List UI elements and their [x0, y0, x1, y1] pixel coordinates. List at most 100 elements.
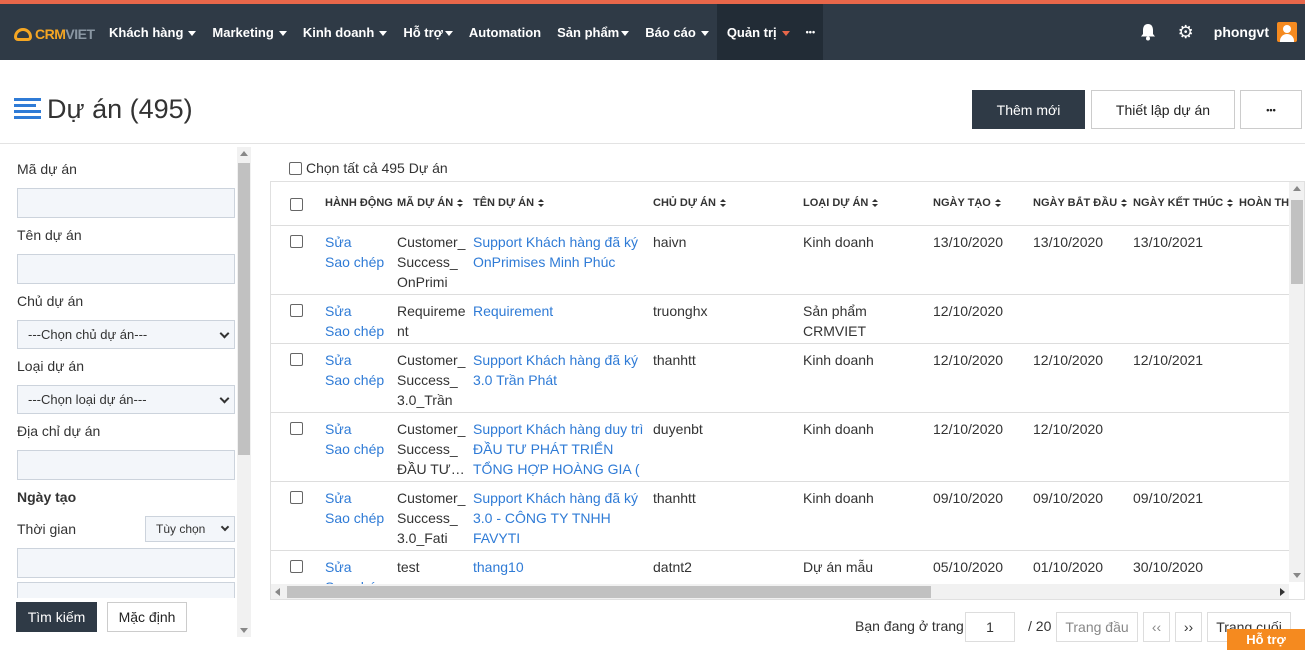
project-code-cell: test: [397, 559, 420, 575]
edit-link[interactable]: Sửa: [325, 557, 384, 577]
project-name-link[interactable]: Requirement: [473, 301, 645, 321]
project-code-cell: Customer_Success_3.0_Trần_…: [397, 352, 466, 408]
row-checkbox[interactable]: [290, 560, 303, 573]
page-number-input[interactable]: 1: [965, 612, 1015, 642]
column-header-name[interactable]: TÊN DỰ ÁN: [473, 197, 545, 209]
sidebar-scrollbar[interactable]: [237, 147, 251, 637]
nav-item-marketing[interactable]: Marketing: [204, 4, 294, 60]
edit-link[interactable]: Sửa: [325, 419, 384, 439]
bell-icon[interactable]: [1140, 23, 1156, 41]
app-logo[interactable]: CRMVIET: [14, 26, 95, 42]
table-horizontal-scrollbar[interactable]: [271, 584, 1289, 599]
table-header: HÀNH ĐỘNG MÃ DỰ ÁN TÊN DỰ ÁN CHỦ DỰ ÁN L…: [271, 182, 1304, 226]
table-row: SửaSao chép test thang10 datnt2 Dự án mẫ…: [271, 551, 1289, 584]
sidebar-scroll-thumb[interactable]: [238, 163, 250, 455]
project-owner-cell: duyenbt: [653, 421, 703, 437]
table-horizontal-thumb[interactable]: [287, 586, 931, 598]
project-address-input[interactable]: [17, 450, 235, 480]
table-row: SửaSao chép Customer_Success_3.0_Trần_… …: [271, 344, 1289, 413]
copy-link[interactable]: Sao chép: [325, 508, 384, 528]
row-checkbox[interactable]: [290, 491, 303, 504]
reset-default-button[interactable]: Mặc định: [107, 602, 187, 632]
project-name-link[interactable]: Support Khách hàng đã ký OnPrimises Minh…: [473, 232, 645, 272]
row-checkbox[interactable]: [290, 422, 303, 435]
table-vertical-scrollbar[interactable]: [1289, 182, 1304, 582]
select-all[interactable]: Chọn tất cả 495 Dự án: [289, 160, 448, 176]
date-from-input[interactable]: [17, 548, 235, 578]
row-checkbox[interactable]: [290, 304, 303, 317]
nav-item-ho-tro[interactable]: Hỗ trợ: [395, 4, 461, 60]
time-range-select[interactable]: Tùy chọn: [145, 516, 235, 542]
add-new-button[interactable]: Thêm mới: [972, 90, 1085, 129]
first-page-button[interactable]: Trang đầu: [1056, 612, 1138, 642]
nav-more-button[interactable]: •••: [799, 4, 824, 60]
scroll-left-icon[interactable]: [275, 588, 280, 596]
gear-icon[interactable]: ⚙: [1178, 23, 1194, 41]
scroll-down-icon[interactable]: [1293, 573, 1301, 578]
scroll-up-icon[interactable]: [1293, 186, 1301, 191]
table-vertical-thumb[interactable]: [1291, 200, 1303, 284]
project-code-cell: Requirement: [397, 303, 466, 339]
nav-item-quan-tri[interactable]: Quản trị: [716, 4, 800, 60]
copy-link[interactable]: Sao chép: [325, 577, 384, 584]
edit-link[interactable]: Sửa: [325, 488, 384, 508]
project-type-select[interactable]: ---Chọn loại dự án---: [17, 385, 235, 414]
project-settings-button[interactable]: Thiết lập dự án: [1091, 90, 1235, 129]
nav-item-bao-cao[interactable]: Báo cáo: [637, 4, 717, 60]
chevron-down-icon: [219, 393, 230, 404]
copy-link[interactable]: Sao chép: [325, 439, 384, 459]
project-name-link[interactable]: Support Khách hàng duy trì ĐẦU TƯ PHÁT T…: [473, 419, 647, 479]
select-all-checkbox[interactable]: [289, 161, 302, 175]
search-button[interactable]: Tìm kiếm: [16, 602, 97, 632]
table-row: Sửa Sao chép Requirement Requirement truo…: [271, 295, 1289, 344]
row-checkbox[interactable]: [290, 353, 303, 366]
help-button[interactable]: Hỗ trợ: [1227, 629, 1305, 650]
row-checkbox[interactable]: [290, 235, 303, 248]
edit-link[interactable]: Sửa: [325, 301, 384, 321]
scroll-right-icon[interactable]: [1280, 588, 1285, 596]
nav-item-khach-hang[interactable]: Khách hàng: [101, 4, 204, 60]
end-date-cell: 09/10/2021: [1133, 490, 1204, 506]
column-header-owner[interactable]: CHỦ DỰ ÁN: [653, 197, 726, 209]
project-owner-cell: thanhtt: [653, 490, 696, 506]
project-name-link[interactable]: thang10: [473, 557, 524, 577]
column-header-start[interactable]: NGÀY BẮT ĐẦU: [1033, 197, 1128, 209]
start-date-cell: 09/10/2020: [1033, 490, 1104, 506]
list-menu-icon[interactable]: [14, 98, 41, 119]
edit-link[interactable]: Sửa: [325, 232, 384, 252]
chevron-down-icon: [220, 522, 230, 532]
filter-sidebar: Mã dự án Tên dự án Chủ dự án ---Chọn chủ…: [0, 145, 252, 645]
project-name-input[interactable]: [17, 254, 235, 284]
top-navbar: CRMVIET Khách hàng Marketing Kinh doanh …: [0, 0, 1305, 60]
scroll-down-icon[interactable]: [240, 628, 248, 633]
date-to-input[interactable]: [17, 582, 235, 598]
header-checkbox[interactable]: [290, 198, 303, 211]
column-header-actions: HÀNH ĐỘNG: [325, 197, 393, 209]
column-header-type[interactable]: LOẠI DỰ ÁN: [803, 197, 879, 209]
nav-item-kinh-doanh[interactable]: Kinh doanh: [295, 4, 396, 60]
scroll-up-icon[interactable]: [240, 151, 248, 156]
column-header-code[interactable]: MÃ DỰ ÁN: [397, 197, 464, 209]
column-header-created[interactable]: NGÀY TẠO: [933, 197, 1001, 209]
nav-item-san-pham[interactable]: Sản phẩm: [549, 4, 637, 60]
project-name-link[interactable]: Support Khách hàng đã ký 3.0 - CÔNG TY T…: [473, 488, 645, 548]
username[interactable]: phongvt: [1214, 24, 1269, 40]
more-actions-button[interactable]: •••: [1240, 90, 1302, 129]
nav-item-automation[interactable]: Automation: [461, 4, 549, 60]
table-row: Sửa Sao chép Customer_Success_ĐẦU TƯ… Sup…: [271, 413, 1289, 482]
next-page-button[interactable]: ››: [1175, 612, 1202, 642]
project-code-input[interactable]: [17, 188, 235, 218]
sort-icon: [994, 199, 1001, 207]
copy-link[interactable]: Sao chép: [325, 252, 384, 272]
user-avatar-icon[interactable]: [1277, 22, 1297, 42]
project-type-cell: Kinh doanh: [803, 421, 874, 437]
copy-link[interactable]: Sao chép: [325, 321, 384, 341]
column-header-end[interactable]: NGÀY KẾT THÚC: [1133, 197, 1234, 209]
logo-mark-icon: [14, 27, 32, 41]
project-type-cell: Sản phẩm CRMVIET: [803, 303, 867, 339]
prev-page-button[interactable]: ‹‹: [1143, 612, 1170, 642]
project-name-link[interactable]: Support Khách hàng đã ký 3.0 Trần Phát: [473, 350, 645, 390]
project-owner-select[interactable]: ---Chọn chủ dự án---: [17, 320, 235, 349]
copy-link[interactable]: Sao chép: [325, 370, 384, 390]
edit-link[interactable]: Sửa: [325, 350, 384, 370]
